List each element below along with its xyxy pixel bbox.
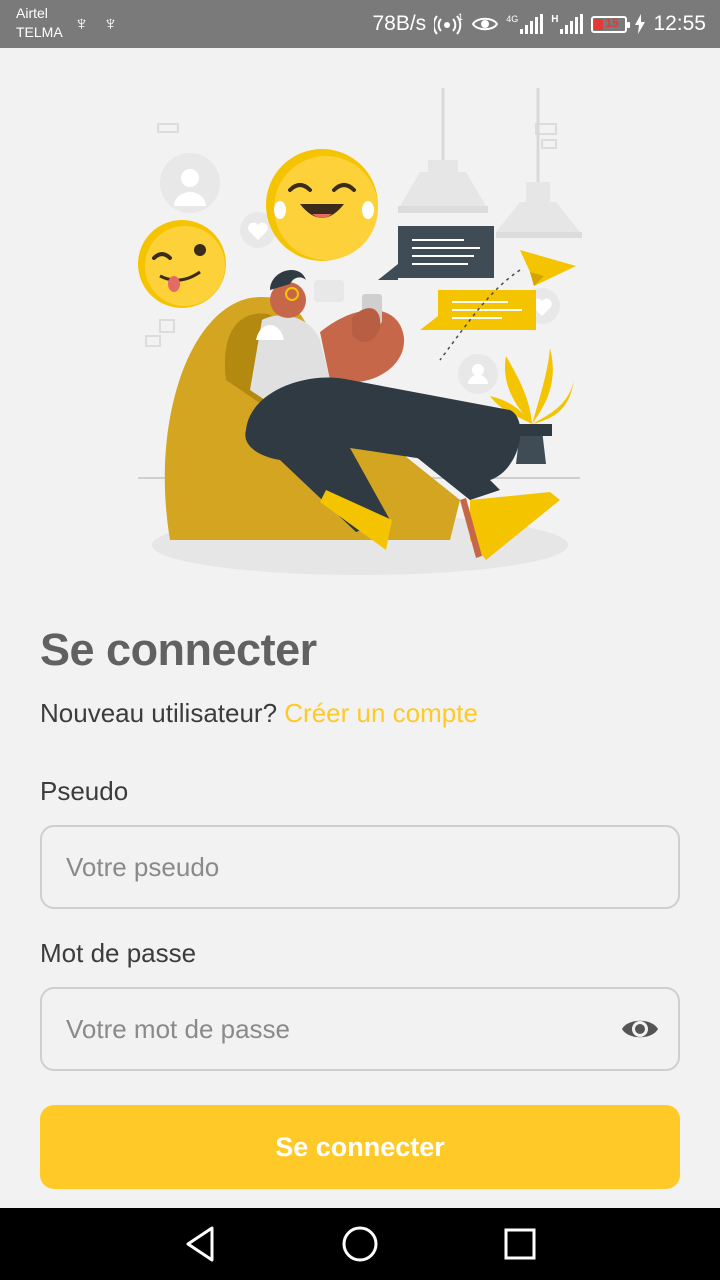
carrier-2: TELMA [16, 24, 63, 40]
password-field[interactable] [40, 987, 680, 1071]
recents-square-icon[interactable] [498, 1222, 542, 1266]
usb-icon: ♆ [103, 13, 118, 35]
network-speed: 78B/s [372, 12, 427, 35]
charging-icon [635, 14, 646, 34]
clock: 12:55 [653, 12, 706, 35]
carrier-names: Airtel TELMA [16, 4, 63, 42]
password-label: Mot de passe [40, 938, 197, 968]
signal-bars-icon [560, 14, 584, 34]
svg-text:1: 1 [458, 12, 463, 22]
signal-strength-2: H [551, 14, 584, 34]
visibility-icon[interactable] [620, 1013, 660, 1045]
signal-1-label: 4G [506, 14, 519, 24]
login-button[interactable]: Se connecter [40, 1105, 680, 1189]
pseudo-label: Pseudo [40, 776, 129, 806]
status-icons: 78B/s 1 4G H 15 12:55 [372, 0, 706, 48]
eye-icon [472, 17, 499, 31]
carrier-1: Airtel [16, 5, 48, 21]
password-input[interactable] [66, 989, 626, 1069]
usb-icon: ♆ [74, 13, 89, 35]
signal-2-label: H [551, 14, 559, 25]
hotspot-icon: 1 [434, 12, 463, 35]
hero-illustration [138, 88, 582, 575]
pseudo-input[interactable] [66, 827, 626, 907]
battery-icon: 15 [591, 15, 631, 33]
signal-bars-icon [520, 14, 544, 34]
navigation-bar [0, 1208, 720, 1280]
battery-level: 15 [605, 15, 619, 30]
signup-prompt: Nouveau utilisateur? Créer un compte [40, 698, 478, 729]
create-account-link[interactable]: Créer un compte [284, 698, 478, 728]
new-user-text: Nouveau utilisateur? [40, 698, 278, 728]
status-bar: Airtel TELMA ♆ ♆ 78B/s 1 4G H 15 12:55 [0, 0, 720, 48]
signal-strength-1: 4G [506, 14, 544, 34]
page-title: Se connecter [40, 624, 317, 675]
home-circle-icon[interactable] [338, 1222, 382, 1266]
back-triangle-icon[interactable] [178, 1222, 222, 1266]
pseudo-field[interactable] [40, 825, 680, 909]
